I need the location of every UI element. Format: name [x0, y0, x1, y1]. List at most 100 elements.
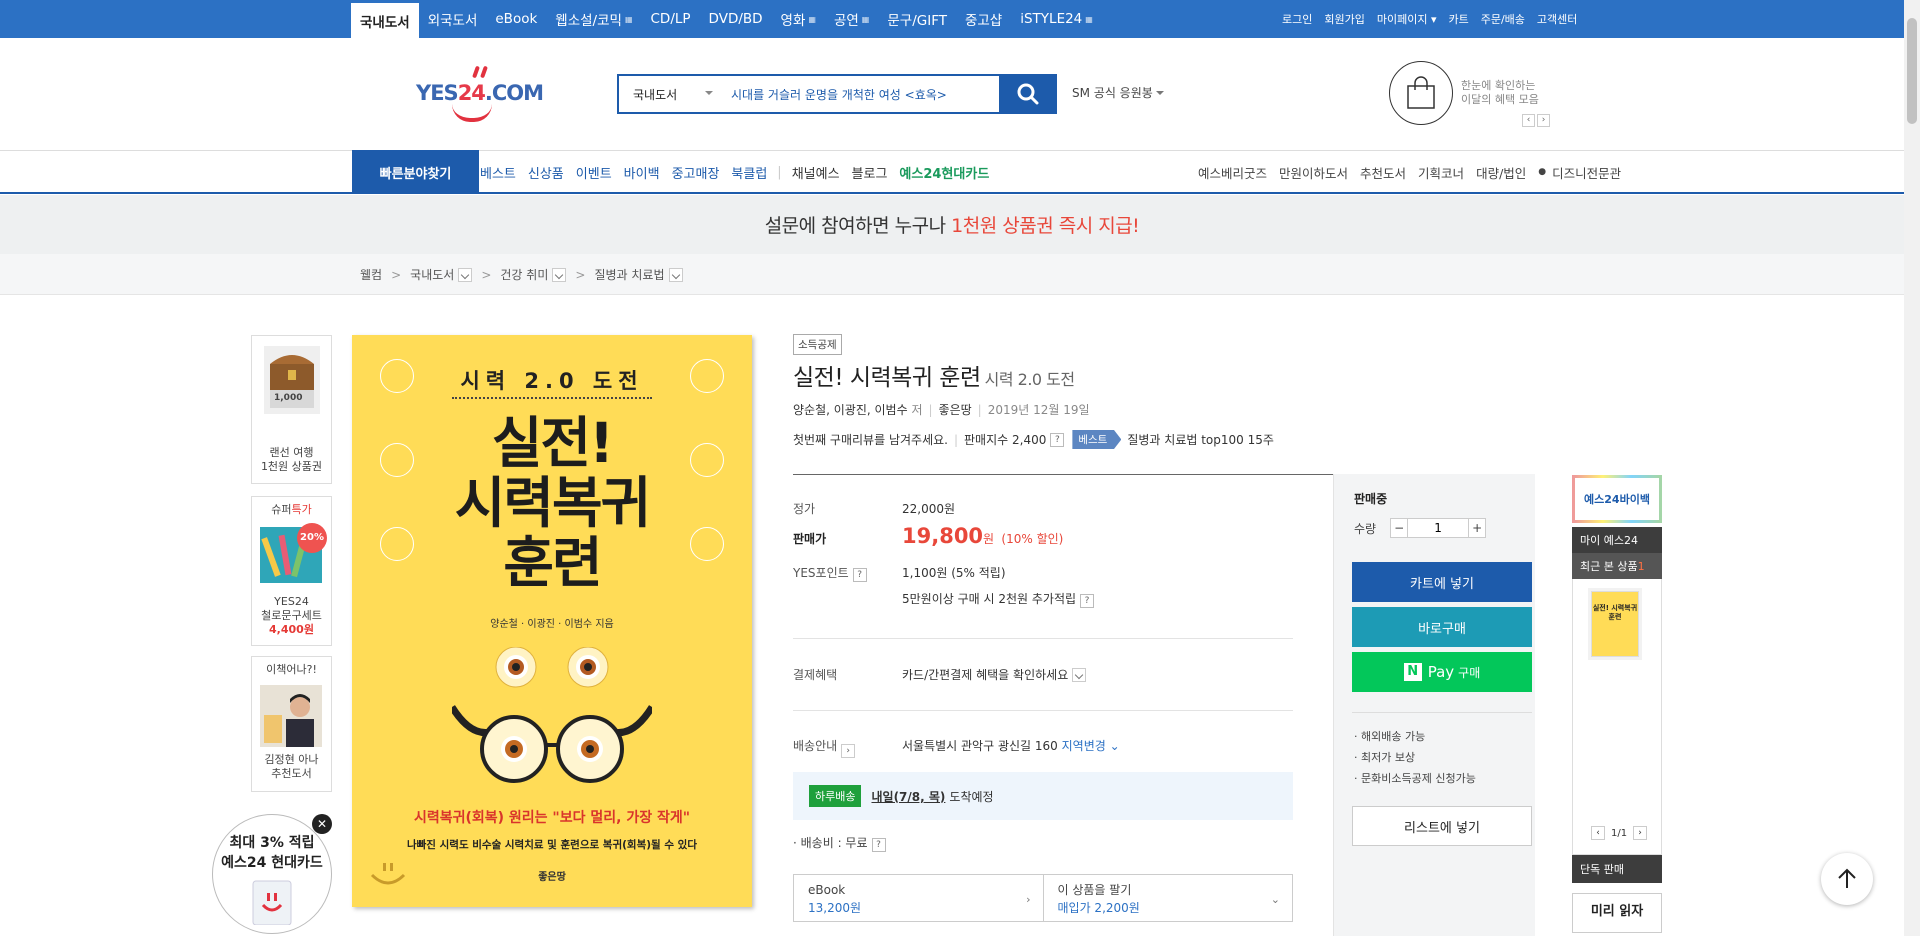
category-right-link[interactable]: 만원이하도서 [1273, 163, 1354, 182]
book-cover[interactable]: 시력 2.0 도전 실전! 시력복귀 훈련 양순철 · 이광진 · 이범수 지음 시… [352, 335, 752, 907]
category-link[interactable]: 이벤트 [570, 163, 618, 182]
breadcrumb-item[interactable]: 웰컴 [360, 266, 382, 283]
decrease-button[interactable]: − [1390, 518, 1409, 538]
search-scope-select[interactable]: 국내도서 [619, 76, 727, 112]
add-to-list-button[interactable]: 리스트에 넣기 [1352, 806, 1532, 846]
category-link[interactable]: 중고매장 [666, 163, 726, 182]
close-icon[interactable]: ✕ [312, 814, 332, 834]
feature-item: · 최저가 보상 [1354, 751, 1416, 764]
ad-recommend-books[interactable]: 이책어나?! 김정현 아나 추천도서 [251, 656, 332, 792]
tab-category[interactable]: 국내도서 [351, 0, 419, 38]
scroll-to-top-button[interactable] [1821, 853, 1873, 905]
help-icon[interactable]: ? [852, 568, 867, 582]
tab-category[interactable]: 영화 ▦ [772, 0, 825, 38]
tab-category[interactable]: DVD/BD [700, 0, 772, 38]
prev-arrow-icon[interactable]: ‹ [1591, 826, 1605, 840]
category-link[interactable]: 블로그 [846, 163, 894, 182]
benefit-bag-button[interactable] [1389, 61, 1453, 125]
category-right-link[interactable]: 디즈니전문관 [1546, 163, 1627, 182]
shipping-fee: · 배송비 : 무료? [793, 834, 886, 852]
tab-category[interactable]: 외국도서 [419, 0, 487, 38]
utility-link[interactable]: 고객센터 [1531, 11, 1583, 27]
category-right-link[interactable]: 기획코너 [1412, 163, 1470, 182]
utility-link[interactable]: 주문/배송 [1475, 11, 1531, 27]
tab-category[interactable]: eBook [486, 0, 546, 38]
category-link[interactable]: 바이백 [618, 163, 666, 182]
best-rank-link[interactable]: 질병과 치료법 top100 15주 [1127, 431, 1274, 448]
tab-category[interactable]: 공연 ▦ [825, 0, 878, 38]
preview-read-banner[interactable]: 미리 읽자 [1572, 893, 1662, 933]
next-arrow-icon[interactable]: › [1633, 826, 1648, 840]
category-link[interactable]: 신상품 [522, 163, 570, 182]
category-right-link[interactable]: 대량/법인 [1470, 163, 1532, 182]
tab-category[interactable]: 문구/GIFT [878, 0, 956, 38]
dropdown-icon[interactable] [458, 267, 473, 282]
change-region-link[interactable]: 지역변경 [1062, 739, 1106, 753]
utility-link[interactable]: 로그인 [1276, 11, 1318, 27]
utility-link[interactable]: 카트 [1442, 11, 1474, 27]
chevron-right-icon: > [481, 267, 492, 282]
scrollbar[interactable] [1904, 0, 1920, 936]
buy-now-button[interactable]: 바로구매 [1352, 607, 1532, 647]
yes24-logo[interactable]: YES24.COM [414, 65, 554, 122]
dropdown-icon[interactable] [668, 267, 683, 282]
quick-category-button[interactable]: 빠른분야찾기 [352, 150, 479, 194]
category-links: 베스트 신상품 이벤트 바이백 중고매장 북클럽 | 채널예스 블로그 예스24현대카드 [474, 151, 995, 193]
chevron-right-icon[interactable]: › [841, 744, 856, 758]
tab-category[interactable]: 중고샵 [956, 0, 1011, 38]
tab-label: 웹소설/코믹 [555, 13, 622, 29]
chevron-down-icon: ⌄ [1270, 893, 1280, 906]
breadcrumb-item[interactable]: 질병과 치료법 [594, 266, 664, 283]
category-link[interactable]: 채널예스 [786, 163, 846, 182]
caret-down-icon [1155, 91, 1164, 99]
dropdown-icon[interactable] [552, 267, 567, 282]
my-yes24-link[interactable]: 마이 예스24 [1572, 527, 1662, 553]
expand-icon[interactable] [1072, 668, 1087, 682]
sell-this-link[interactable]: 이 상품을 팔기 매입가 2,200원 ⌄ [1044, 875, 1293, 921]
tab-category[interactable]: 웹소설/코믹 ▦ [546, 0, 641, 38]
breadcrumb-item[interactable]: 건강 취미 [500, 266, 548, 283]
ebook-link[interactable]: eBook 13,200원 › [794, 875, 1044, 921]
prev-arrow-icon[interactable]: ‹ [1522, 114, 1535, 127]
recent-pager: ‹ 1/1 › [1591, 826, 1648, 840]
chevron-right-icon: > [575, 267, 586, 282]
survey-banner[interactable]: 설문에 참여하면 누구나 1천원 상품권 즉시 지급! [0, 195, 1904, 254]
next-arrow-icon[interactable]: › [1537, 114, 1550, 127]
buyback-banner[interactable]: 예스24바이백 [1572, 475, 1662, 523]
search-button[interactable] [999, 74, 1057, 114]
tab-label: 문구/GIFT [887, 13, 947, 29]
help-icon[interactable]: ? [1080, 594, 1095, 608]
review-link[interactable]: 첫번째 구매리뷰를 남겨주세요. [793, 431, 948, 448]
ad-super-deal[interactable]: 슈퍼특가 20% YES24 철로문구세트 4,400원 [251, 496, 332, 646]
category-link[interactable]: 예스24현대카드 [893, 163, 995, 182]
search-input[interactable] [727, 76, 999, 112]
naver-pay-button[interactable]: N Pay 구매 [1352, 652, 1532, 692]
eye-chart-icon [380, 527, 414, 561]
increase-button[interactable]: + [1468, 518, 1487, 538]
eye-chart-icon [380, 359, 414, 393]
utility-link[interactable]: 회원가입 [1318, 11, 1370, 27]
category-right-link[interactable]: 예스베리굿즈 [1192, 163, 1273, 182]
author-link[interactable]: 양순철, 이광진, 이범수 [793, 403, 908, 417]
exclusive-link[interactable]: 단독 판매 [1572, 855, 1662, 883]
breadcrumb-item[interactable]: 국내도서 [410, 266, 454, 283]
hyundai-card-promo[interactable]: 최대 3% 적립 예스24 현대카드 [212, 814, 332, 934]
tab-category[interactable]: CD/LP [642, 0, 700, 38]
sm-lightstick-link[interactable]: SM 공식 응원봉 [1072, 84, 1164, 101]
category-right-link[interactable]: 추천도서 [1354, 163, 1412, 182]
rating-line: 첫번째 구매리뷰를 남겨주세요. | 판매지수 2,400? 베스트 질병과 치료법 t… [793, 430, 1274, 449]
ad-travel-voucher[interactable]: 1,000 랜선 여행 1천원 상품권 [251, 335, 332, 484]
utility-link[interactable]: 마이페이지 ▾ [1371, 11, 1443, 27]
category-link[interactable]: 베스트 [474, 163, 522, 182]
recent-book-thumb[interactable]: 실전! 시력복귀 훈련 [1591, 591, 1639, 657]
tab-label: 국내도서 [360, 14, 410, 31]
help-icon[interactable]: ? [871, 838, 886, 852]
add-to-cart-button[interactable]: 카트에 넣기 [1352, 562, 1532, 602]
publisher-link[interactable]: 좋은땅 [939, 403, 972, 417]
category-link[interactable]: 북클럽 [725, 163, 773, 182]
more-icon: ▦ [861, 14, 870, 24]
chevron-right-icon: › [1026, 893, 1031, 906]
quantity-input[interactable] [1408, 518, 1469, 538]
help-icon[interactable]: ? [1050, 432, 1065, 447]
tab-category[interactable]: iSTYLE24 ▦ [1011, 0, 1102, 38]
